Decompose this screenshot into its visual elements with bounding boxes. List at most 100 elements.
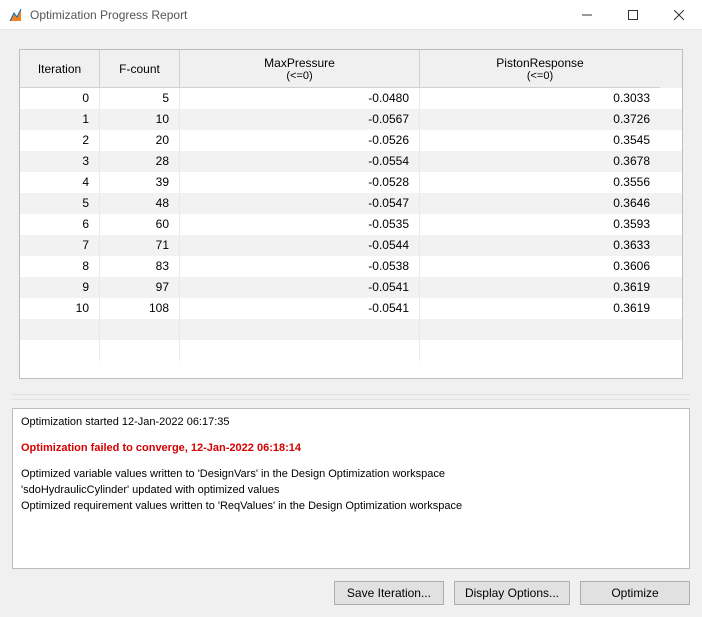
titlebar: Optimization Progress Report: [0, 0, 702, 30]
log-error-line: Optimization failed to converge, 12-Jan-…: [21, 441, 681, 457]
table-cell: 0.3593: [420, 214, 660, 235]
table-cell: [180, 319, 420, 340]
table-cell: 1: [20, 109, 100, 130]
table-header-row: Iteration F-count MaxPressure (<=0) Pist…: [20, 50, 682, 88]
table-row[interactable]: 328-0.05540.3678: [20, 151, 682, 172]
close-button[interactable]: [656, 0, 702, 30]
table-cell: [420, 319, 660, 340]
table-cell: 20: [100, 130, 180, 151]
log-line: Optimized variable values written to 'De…: [21, 467, 681, 483]
display-options-button[interactable]: Display Options...: [454, 581, 570, 605]
table-cell: 7: [20, 235, 100, 256]
table-row[interactable]: 660-0.05350.3593: [20, 214, 682, 235]
table-row[interactable]: [20, 340, 682, 361]
col-maxpressure: MaxPressure (<=0): [180, 50, 420, 88]
table-cell: 0.3606: [420, 256, 660, 277]
table-cell: [20, 319, 100, 340]
table-scroll[interactable]: 05-0.04800.3033110-0.05670.3726220-0.052…: [20, 88, 682, 378]
table-cell: 0.3633: [420, 235, 660, 256]
table-cell: 10: [100, 109, 180, 130]
table-cell: 5: [20, 193, 100, 214]
table-cell: 0.3033: [420, 88, 660, 109]
col-maxpressure-constraint: (<=0): [186, 70, 413, 82]
table-cell: 0.3646: [420, 193, 660, 214]
table-cell: 97: [100, 277, 180, 298]
table-cell: 108: [100, 298, 180, 319]
table-cell: 3: [20, 151, 100, 172]
table-cell: -0.0526: [180, 130, 420, 151]
button-bar: Save Iteration... Display Options... Opt…: [12, 577, 690, 605]
log-line: Optimization started 12-Jan-2022 06:17:3…: [21, 415, 681, 431]
table-cell: 0.3726: [420, 109, 660, 130]
table-cell: 0.3556: [420, 172, 660, 193]
table-cell: 71: [100, 235, 180, 256]
table-cell: 8: [20, 256, 100, 277]
table-body-wrap: 05-0.04800.3033110-0.05670.3726220-0.052…: [20, 88, 682, 378]
table-cell: -0.0547: [180, 193, 420, 214]
table-cell: 0.3619: [420, 277, 660, 298]
table-cell: -0.0541: [180, 277, 420, 298]
table-cell: -0.0528: [180, 172, 420, 193]
table-cell: -0.0538: [180, 256, 420, 277]
table-cell: [100, 319, 180, 340]
table-row[interactable]: 883-0.05380.3606: [20, 256, 682, 277]
content-area: Iteration F-count MaxPressure (<=0) Pist…: [0, 30, 702, 617]
col-fcount-label: F-count: [106, 62, 173, 76]
table-cell: 39: [100, 172, 180, 193]
log-line: 'sdoHydraulicCylinder' updated with opti…: [21, 483, 681, 499]
table-cell: 0.3678: [420, 151, 660, 172]
optimize-button[interactable]: Optimize: [580, 581, 690, 605]
progress-table: Iteration F-count MaxPressure (<=0) Pist…: [19, 49, 683, 379]
log-line: Optimized requirement values written to …: [21, 499, 681, 515]
col-iteration: Iteration: [20, 50, 100, 88]
table-cell: [20, 340, 100, 361]
table-row[interactable]: 05-0.04800.3033: [20, 88, 682, 109]
table-cell: 83: [100, 256, 180, 277]
table-row[interactable]: [20, 319, 682, 340]
table-cell: 2: [20, 130, 100, 151]
splitter[interactable]: [12, 394, 690, 400]
table-cell: 4: [20, 172, 100, 193]
maximize-button[interactable]: [610, 0, 656, 30]
table-cell: 5: [100, 88, 180, 109]
table-row[interactable]: 110-0.05670.3726: [20, 109, 682, 130]
table-cell: 0.3619: [420, 298, 660, 319]
table-cell: -0.0480: [180, 88, 420, 109]
table-cell: -0.0535: [180, 214, 420, 235]
table-cell: -0.0554: [180, 151, 420, 172]
col-iteration-label: Iteration: [26, 62, 93, 76]
table-row[interactable]: 220-0.05260.3545: [20, 130, 682, 151]
table-row[interactable]: 10108-0.05410.3619: [20, 298, 682, 319]
table-row[interactable]: 439-0.05280.3556: [20, 172, 682, 193]
save-iteration-button[interactable]: Save Iteration...: [334, 581, 444, 605]
log-blank-line: [21, 457, 681, 467]
table-cell: -0.0541: [180, 298, 420, 319]
window-title: Optimization Progress Report: [30, 8, 564, 22]
table-cell: -0.0544: [180, 235, 420, 256]
table-panel: Iteration F-count MaxPressure (<=0) Pist…: [12, 42, 690, 386]
table-cell: 28: [100, 151, 180, 172]
col-piston: PistonResponse (<=0): [420, 50, 660, 88]
col-maxpressure-label: MaxPressure: [186, 56, 413, 70]
table-cell: 6: [20, 214, 100, 235]
table-cell: 0: [20, 88, 100, 109]
col-piston-constraint: (<=0): [426, 70, 654, 82]
log-blank-line: [21, 431, 681, 441]
table-cell: [180, 340, 420, 361]
minimize-button[interactable]: [564, 0, 610, 30]
log-scroll[interactable]: Optimization started 12-Jan-2022 06:17:3…: [13, 409, 689, 568]
log-panel: Optimization started 12-Jan-2022 06:17:3…: [12, 408, 690, 569]
table-row[interactable]: 997-0.05410.3619: [20, 277, 682, 298]
table-cell: 0.3545: [420, 130, 660, 151]
table-row[interactable]: 548-0.05470.3646: [20, 193, 682, 214]
table-cell: [420, 340, 660, 361]
col-fcount: F-count: [100, 50, 180, 88]
table-row[interactable]: 771-0.05440.3633: [20, 235, 682, 256]
table-cell: 48: [100, 193, 180, 214]
table-cell: 10: [20, 298, 100, 319]
table-cell: 60: [100, 214, 180, 235]
table-cell: [100, 340, 180, 361]
table-cell: -0.0567: [180, 109, 420, 130]
table-cell: 9: [20, 277, 100, 298]
col-piston-label: PistonResponse: [426, 56, 654, 70]
